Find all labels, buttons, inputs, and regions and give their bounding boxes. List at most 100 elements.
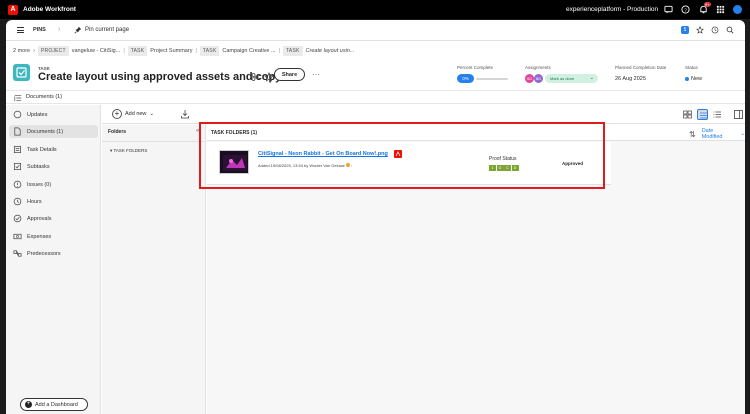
sort-icon: ⇅: [689, 129, 696, 139]
sidebar-item-label: Expenses: [27, 233, 52, 240]
sidebar-item-approvals[interactable]: Approvals: [9, 212, 98, 225]
sidebar-item-hours[interactable]: Hours: [9, 195, 98, 208]
favorite-star-icon[interactable]: [696, 25, 704, 34]
percent-complete-bar: [476, 78, 508, 80]
count-badge[interactable]: 5: [681, 26, 689, 34]
sort-control[interactable]: ⇅ Date Modified ⌄: [689, 128, 745, 140]
breadcrumb-type-task: TASK: [283, 46, 303, 56]
search-icon[interactable]: [726, 26, 734, 34]
help-icon[interactable]: ?: [681, 5, 690, 14]
pin-current-label: Pin current page: [85, 27, 130, 33]
status-label: Status: [685, 65, 698, 70]
planned-completion-label: Planned Completion Date: [615, 65, 667, 70]
sidebar-item-label: Issues (0): [27, 181, 52, 188]
percent-complete-label: Percent Complete: [457, 65, 494, 70]
download-icon[interactable]: [180, 109, 190, 119]
folder-item-task-folders[interactable]: ▾ TASK FOLDERS: [110, 148, 147, 154]
app-name: Adobe Workfront: [23, 6, 76, 13]
user-avatar[interactable]: [733, 5, 742, 14]
assignee-avatar[interactable]: BG: [534, 74, 543, 83]
list-view-icon[interactable]: [697, 109, 708, 120]
collapse-panel-icon[interactable]: [14, 94, 22, 102]
task-folders-header: TASK FOLDERS (1) ⇅ Date Modified ⌄: [207, 125, 745, 141]
sidebar-item-subtasks[interactable]: Subtasks: [9, 160, 98, 173]
mark-as-done-button[interactable]: Mark as done ⌄: [545, 74, 598, 83]
sidebar-item-issues[interactable]: Issues (0): [9, 178, 98, 191]
document-added-info: Added 19/08/2025, 13:54 by Wouter Van Ge…: [258, 163, 345, 168]
document-meta: Added 19/08/2025, 13:54 by Wouter Van Ge…: [258, 163, 352, 168]
status-dot-icon: [685, 77, 689, 81]
pin-icon: [74, 26, 82, 34]
sidebar-item-label: Documents (1): [27, 128, 64, 135]
divider: [102, 141, 206, 142]
sidebar-item-expenses[interactable]: Expenses: [9, 230, 98, 243]
adobe-logo-icon[interactable]: A: [8, 4, 18, 15]
page-title[interactable]: Create layout using approved assets and …: [38, 71, 281, 83]
add-new-label: Add new: [125, 111, 147, 117]
document-thumbnail[interactable]: [219, 150, 249, 174]
task-type-icon: [13, 64, 30, 81]
breadcrumb-divider: |: [195, 48, 197, 54]
approval-status: Approved: [562, 161, 584, 166]
breadcrumb-type-project: PROJECT: [37, 46, 69, 56]
details-icon: [13, 145, 22, 154]
sidebar-item-predecessors[interactable]: Predecessors: [9, 247, 98, 260]
add-new-button[interactable]: + Add new ⌄: [112, 109, 154, 119]
breadcrumb-type-task: TASK: [127, 46, 148, 56]
folder-label: TASK FOLDERS: [113, 148, 148, 153]
notification-bell-icon: !: [351, 163, 353, 168]
document-row[interactable]: CitiSignal - Neon Rabbit - Get On Board …: [207, 142, 611, 185]
chevron-right-icon: ›: [58, 26, 61, 33]
section-title: Documents (1): [26, 94, 63, 100]
sidebar-item-documents[interactable]: Documents (1): [9, 125, 98, 138]
app-switcher-icon[interactable]: [716, 5, 725, 14]
proof-chip: O: [496, 165, 504, 171]
recents-clock-icon[interactable]: [711, 26, 719, 34]
details-panel-icon[interactable]: [733, 109, 744, 120]
mark-as-done-label: Mark as done: [550, 76, 575, 81]
proof-chip: C: [504, 165, 511, 171]
adobe-acrobat-icon[interactable]: [394, 150, 402, 158]
breadcrumb-task-link[interactable]: Campaign Creative ...: [222, 48, 275, 54]
breadcrumb-divider: |: [123, 48, 125, 54]
breadcrumb-current-task: Create layout usin...: [305, 48, 355, 54]
assignee-avatar[interactable]: SG: [525, 74, 534, 83]
chevron-down-icon[interactable]: ⌄: [590, 75, 594, 81]
share-button[interactable]: Share: [274, 68, 305, 81]
breadcrumb-more[interactable]: 2 more: [13, 48, 30, 54]
grid-view-icon[interactable]: [682, 109, 693, 120]
notifications-count-badge: 9+: [704, 2, 711, 7]
pin-current-page-button[interactable]: Pin current page: [74, 26, 129, 34]
favorite-star-icon[interactable]: [264, 71, 274, 82]
left-nav: Updates Documents (1) Task Details Subta…: [6, 105, 101, 414]
avatar: [345, 163, 350, 167]
compact-list-icon[interactable]: [712, 109, 723, 120]
collapse-left-icon[interactable]: «: [196, 128, 199, 134]
breadcrumb-task-link[interactable]: Project Summary: [150, 48, 192, 54]
workfront-app: PINS › Pin current page 5 2 more › PROJE…: [6, 20, 745, 414]
hamburger-menu-icon[interactable]: [17, 27, 24, 33]
more-options-icon[interactable]: ···: [312, 70, 320, 79]
convert-scissors-icon[interactable]: [251, 72, 261, 82]
org-switcher[interactable]: experienceplatform - Production: [566, 6, 658, 13]
sidebar-item-label: Predecessors: [27, 250, 61, 257]
proof-chip: D: [511, 165, 519, 171]
svg-text:?: ?: [684, 7, 687, 12]
breadcrumb-project-link[interactable]: vangeluw - CitiSig...: [72, 48, 121, 54]
sidebar-item-label: Hours: [27, 198, 42, 205]
pins-label[interactable]: PINS: [33, 27, 46, 33]
planned-completion-date[interactable]: 26 Aug 2025: [615, 76, 646, 82]
sidebar-item-updates[interactable]: Updates: [9, 108, 98, 121]
feedback-icon[interactable]: [664, 5, 673, 14]
sidebar-item-task-details[interactable]: Task Details: [9, 143, 98, 156]
documents-toolbar: + Add new ⌄: [102, 105, 745, 124]
notifications-bell-icon[interactable]: 9+: [699, 2, 711, 14]
status-badge[interactable]: New: [685, 76, 702, 82]
document-name-link[interactable]: CitiSignal - Neon Rabbit - Get On Board …: [258, 151, 388, 157]
percent-complete-value[interactable]: 0%: [457, 74, 474, 83]
documents-list: TASK FOLDERS (1) ⇅ Date Modified ⌄ CitiSig…: [207, 125, 745, 414]
assignments-label: Assignments: [525, 65, 551, 70]
proof-status-chips[interactable]: 1 O C D: [489, 165, 519, 171]
issues-icon: [13, 180, 22, 189]
add-dashboard-button[interactable]: + Add a Dashboard: [20, 398, 88, 411]
